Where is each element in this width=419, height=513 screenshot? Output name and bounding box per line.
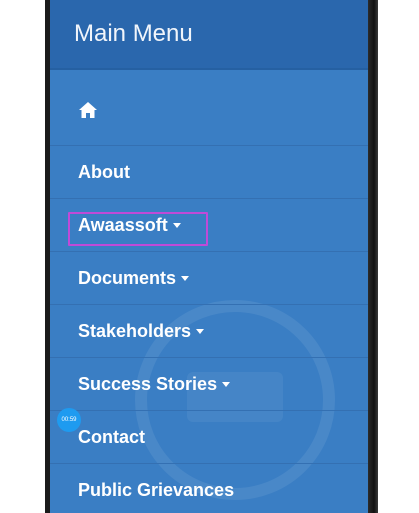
menu-item-label: About: [78, 161, 130, 182]
selection-highlight: [68, 212, 208, 246]
recording-timer-badge: 00:59: [57, 408, 81, 432]
menu-item-awaassoft[interactable]: Awaassoft: [50, 199, 368, 252]
menu-item-documents[interactable]: Documents: [50, 252, 368, 305]
menu-item-home[interactable]: [50, 70, 368, 146]
device-bezel-right: [368, 0, 378, 513]
menu-item-label: Documents: [78, 267, 177, 288]
menu-item-public-grievances[interactable]: Public Grievances: [50, 464, 368, 513]
caret-down-icon: [222, 381, 231, 387]
menu-item-label: Success Stories: [78, 373, 218, 394]
menu-item-label: Stakeholders: [78, 320, 192, 341]
home-icon: [79, 101, 97, 118]
menu-title: Main Menu: [74, 20, 193, 47]
menu-header: Main Menu: [50, 0, 368, 70]
menu-item-contact[interactable]: Contact: [50, 411, 368, 464]
caret-down-icon: [196, 328, 205, 334]
menu-item-label: Public Grievances: [78, 479, 235, 500]
menu-item-stakeholders[interactable]: Stakeholders: [50, 305, 368, 358]
menu-item-label: Contact: [78, 426, 145, 447]
menu-list: About Awaassoft Documents Stakeholders S…: [50, 70, 368, 513]
menu-item-about[interactable]: About: [50, 146, 368, 199]
caret-down-icon: [181, 275, 190, 281]
menu-item-success-stories[interactable]: Success Stories: [50, 358, 368, 411]
side-menu: Main Menu About Awaassoft Documents Stak…: [50, 0, 368, 513]
